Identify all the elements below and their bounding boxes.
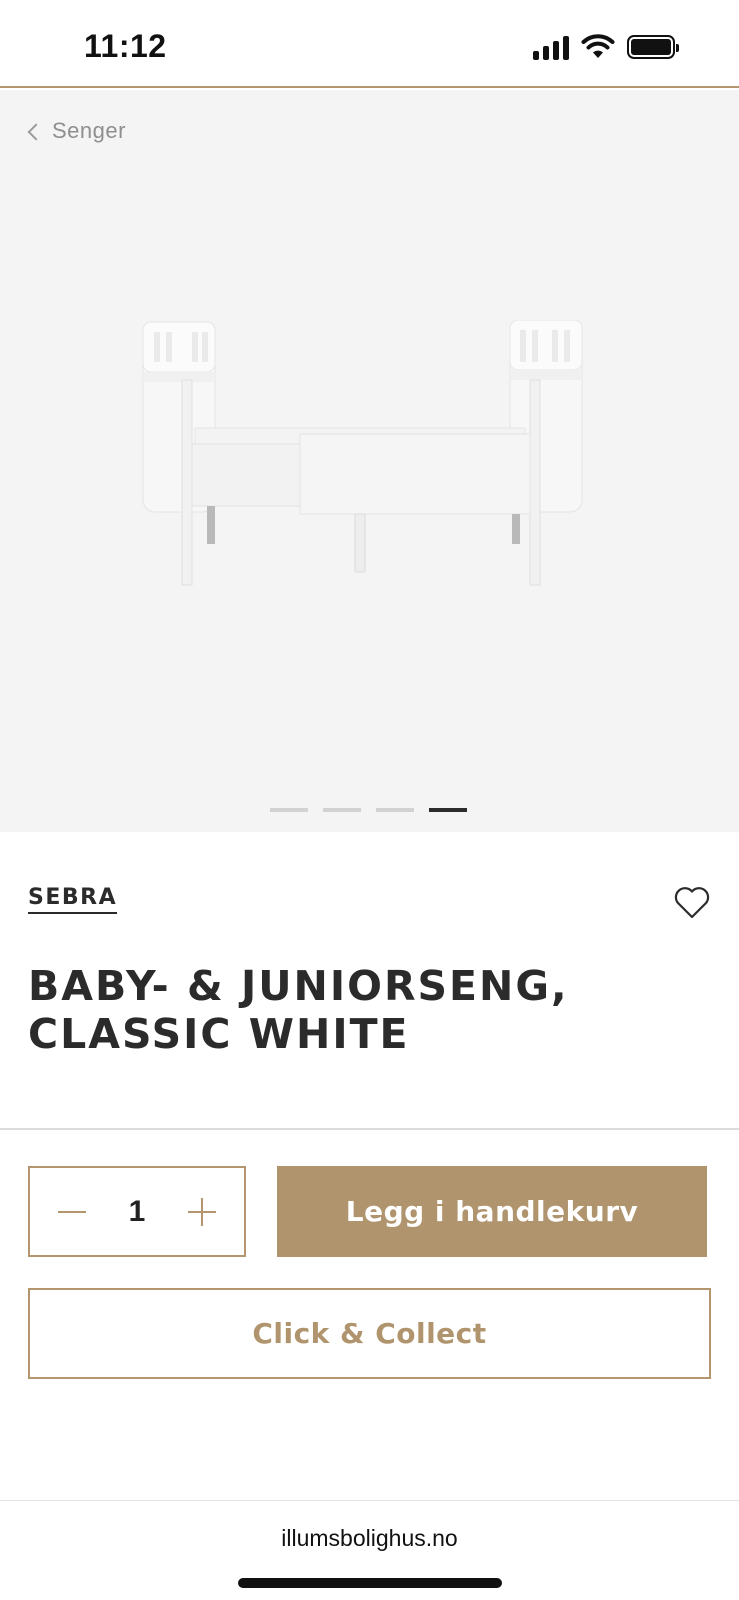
url-text[interactable]: illumsbolighus.no xyxy=(0,1525,739,1552)
product-title-line: BABY- & JUNIORSENG, xyxy=(28,962,569,1010)
quantity-stepper[interactable]: 1 xyxy=(28,1166,246,1257)
gallery-pagination xyxy=(270,808,467,812)
add-to-cart-button[interactable]: Legg i handlekurv xyxy=(277,1166,707,1257)
gallery-dot[interactable] xyxy=(323,808,361,812)
chevron-left-icon xyxy=(27,123,45,140)
product-image-gallery[interactable]: Senger xyxy=(0,90,739,832)
back-link-label: Senger xyxy=(52,118,126,143)
gallery-dot[interactable] xyxy=(376,808,414,812)
heart-icon[interactable] xyxy=(672,882,712,922)
wifi-icon xyxy=(581,34,615,58)
status-time: 11:12 xyxy=(84,28,167,64)
brand-link[interactable]: SEBRA xyxy=(28,885,118,915)
home-indicator[interactable] xyxy=(238,1578,502,1588)
gallery-dot[interactable] xyxy=(270,808,308,812)
status-bar: 11:12 xyxy=(0,0,739,88)
browser-url-bar[interactable]: illumsbolighus.no xyxy=(0,1500,739,1600)
battery-icon xyxy=(627,35,679,59)
product-title-line: CLASSIC WHITE xyxy=(28,1010,410,1058)
status-icons xyxy=(533,34,679,60)
back-link[interactable]: Senger xyxy=(27,118,126,144)
product-title: BABY- & JUNIORSENG, CLASSIC WHITE xyxy=(28,962,708,1058)
product-image xyxy=(142,320,583,586)
click-and-collect-button[interactable]: Click & Collect xyxy=(28,1288,711,1379)
gallery-dot-active[interactable] xyxy=(429,808,467,812)
minus-icon[interactable] xyxy=(56,1196,88,1228)
cellular-signal-icon xyxy=(533,34,569,60)
quantity-value: 1 xyxy=(128,1194,146,1228)
plus-icon[interactable] xyxy=(186,1196,218,1228)
divider xyxy=(0,1128,739,1130)
